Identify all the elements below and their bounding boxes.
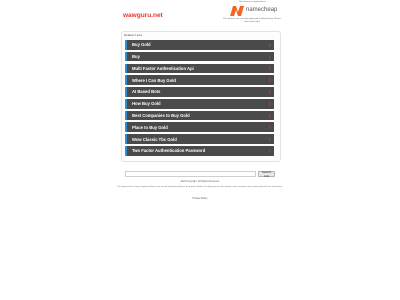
related-link-label: Two Factor Authentication Password — [132, 148, 206, 154]
related-link[interactable]: Buy ❯ — [125, 51, 274, 62]
related-link-label: Buy Gold — [132, 42, 151, 48]
sponsor-note: This domain is registered at — [238, 1, 266, 3]
chevron-right-icon: ❯ — [268, 113, 271, 118]
related-link-label: Best Companies to Buy Gold — [132, 113, 190, 119]
related-link-label: Wow Classic Tbc Gold — [132, 136, 177, 142]
related-link[interactable]: Wow Classic Tbc Gold ❯ — [125, 134, 274, 144]
logo-text[interactable]: namecheap — [246, 7, 277, 13]
chevron-right-icon: ❯ — [268, 137, 271, 142]
privacy-policy-link[interactable]: Privacy Policy — [120, 197, 280, 200]
chevron-right-icon: ❯ — [268, 89, 271, 94]
copyright-text: 2024 Copyright. All Rights Reserved. — [180, 180, 220, 183]
related-link[interactable]: AI Based Bots ❯ — [125, 87, 274, 97]
related-link[interactable]: Multi Factor Authentication Api ❯ — [125, 63, 274, 74]
related-links-title: Related Links — [124, 33, 143, 37]
related-link[interactable]: Best Companies to Buy Gold ❯ — [125, 110, 274, 121]
chevron-right-icon: ❯ — [268, 42, 271, 47]
chevron-right-icon: ❯ — [268, 78, 271, 83]
related-link-label: Multi Factor Authentication Api — [132, 65, 194, 71]
related-link[interactable]: Buy Gold ❯ — [125, 40, 274, 50]
chevron-right-icon: ❯ — [268, 101, 271, 106]
search-input[interactable] — [125, 171, 256, 177]
chevron-right-icon: ❯ — [268, 66, 271, 71]
related-link-label: AI Based Bots — [132, 89, 161, 95]
chevron-right-icon: ❯ — [268, 148, 271, 153]
related-link[interactable]: How Buy Gold ❯ — [125, 98, 274, 109]
site-name[interactable]: wawguru.net — [123, 12, 163, 19]
related-link-label: Buy — [132, 54, 140, 60]
disclaimer-text: The Sponsored Listings displayed above a… — [116, 186, 284, 188]
related-links-list: Buy Gold ❯ Buy ❯ Multi Factor Authentica… — [125, 40, 274, 158]
related-link-label: How Buy Gold — [132, 101, 161, 107]
related-link[interactable]: Two Factor Authentication Password ❯ — [125, 146, 274, 156]
related-link[interactable]: Place to Buy Gold ❯ — [125, 122, 274, 133]
related-link-label: Where I Can Buy Gold — [132, 77, 176, 83]
chevron-right-icon: ❯ — [268, 125, 271, 130]
search-ads-button[interactable]: Search Ads — [258, 170, 275, 178]
related-link[interactable]: Where I Can Buy Gold ❯ — [125, 75, 274, 86]
chevron-right-icon: ❯ — [268, 54, 271, 59]
related-link-label: Place to Buy Gold — [132, 124, 168, 130]
sponsor-description: This domain was recently registered at N… — [223, 18, 281, 23]
